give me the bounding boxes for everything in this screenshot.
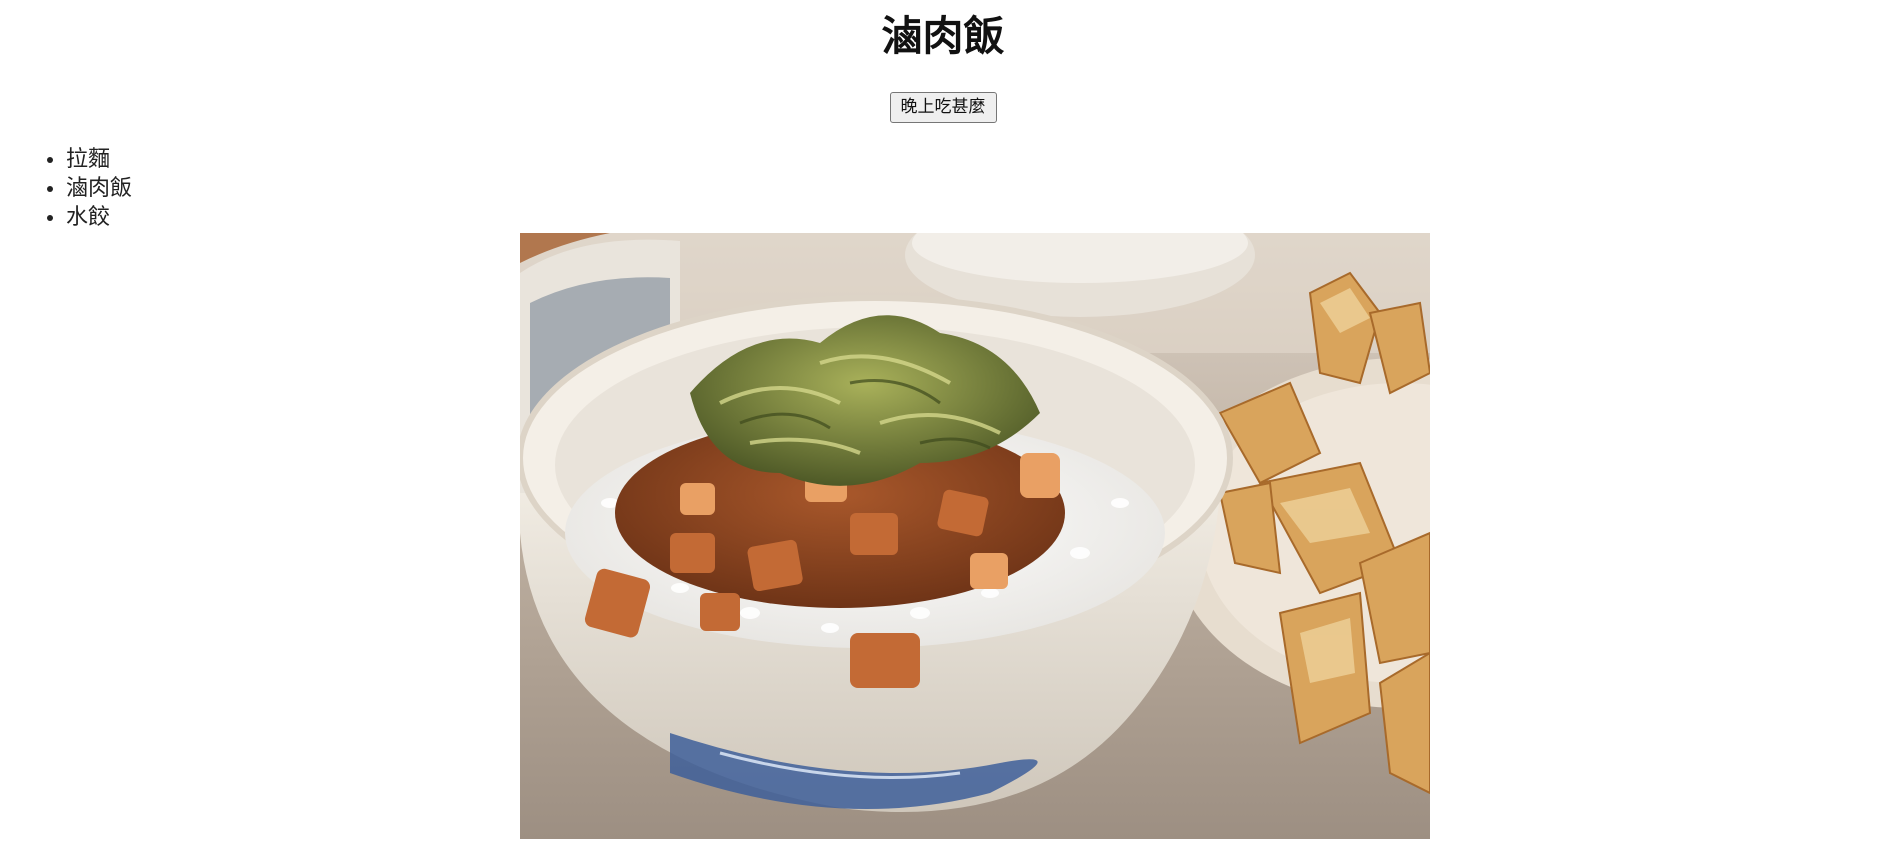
- list-item: 水餃: [66, 203, 132, 232]
- page-title: 滷肉飯: [881, 12, 1005, 60]
- food-photo: [520, 233, 1430, 839]
- food-photo-illustration: [520, 233, 1430, 839]
- food-list: 拉麵 滷肉飯 水餃: [0, 145, 132, 232]
- list-item: 滷肉飯: [66, 174, 132, 203]
- page: 滷肉飯 晚上吃甚麼 拉麵 滷肉飯 水餃: [0, 0, 1886, 863]
- list-item: 拉麵: [66, 145, 132, 174]
- what-to-eat-button[interactable]: 晚上吃甚麼: [889, 92, 997, 123]
- button-row: 晚上吃甚麼: [0, 92, 1886, 123]
